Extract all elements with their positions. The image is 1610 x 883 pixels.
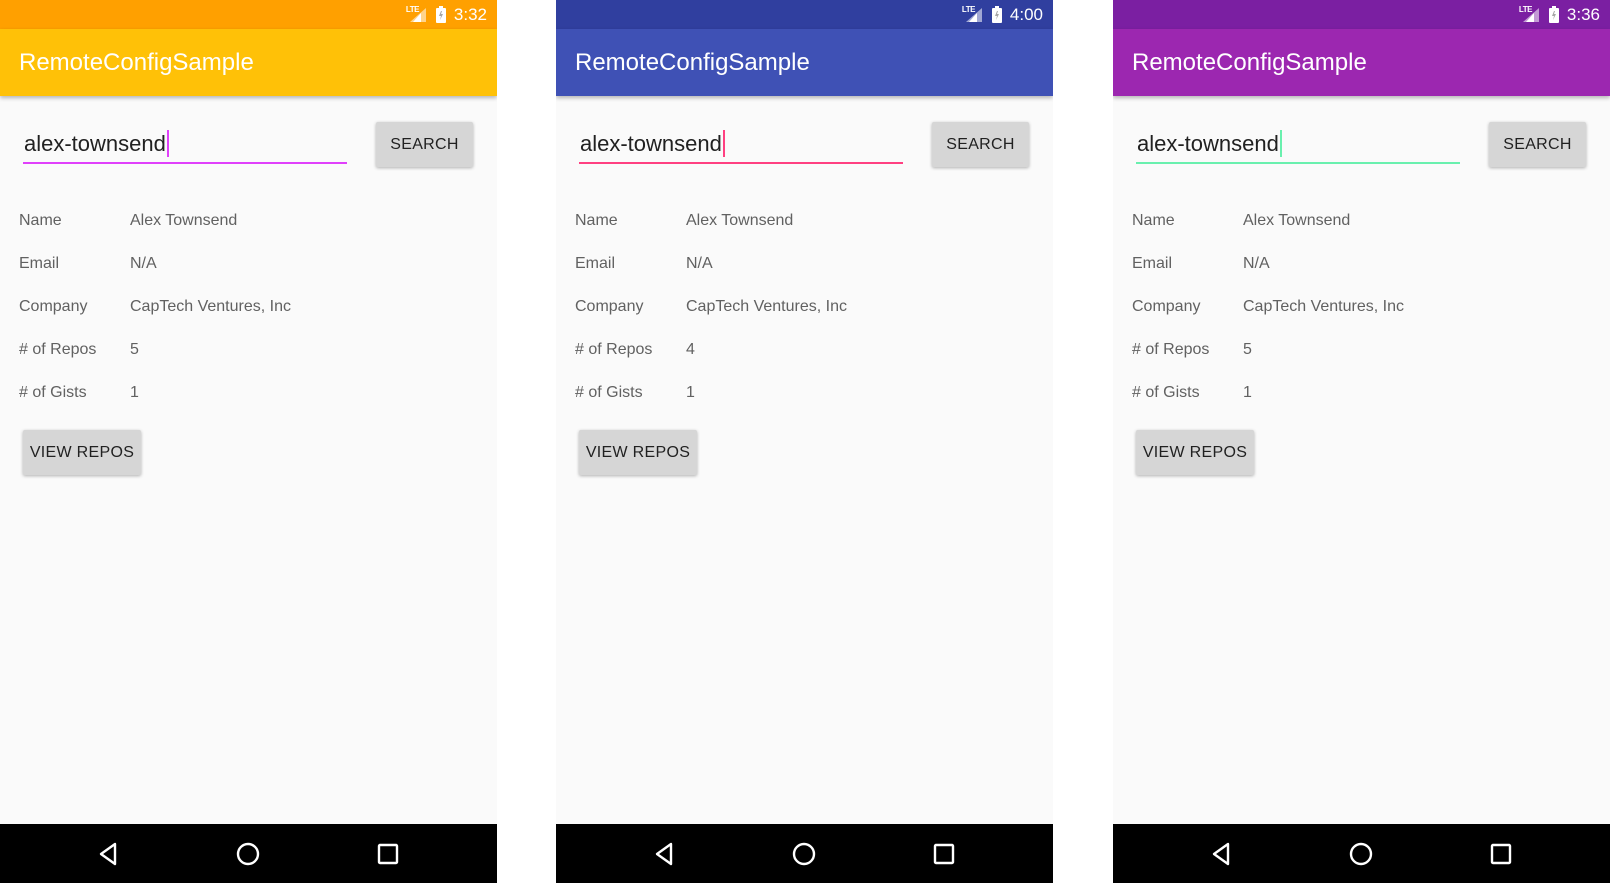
recent-apps-icon[interactable] — [1487, 840, 1515, 868]
status-bar: LTE 3:32 — [0, 0, 497, 29]
status-time: 4:00 — [1009, 4, 1043, 24]
view-repos-button[interactable]: VIEW REPOS — [23, 430, 141, 475]
name-label: Name — [1132, 212, 1175, 229]
username-input[interactable]: alex-townsend — [579, 122, 903, 164]
navigation-bar — [556, 824, 1053, 883]
text-cursor — [166, 130, 169, 157]
battery-icon — [991, 6, 1002, 23]
gists-count-label: # of Gists — [1132, 384, 1200, 401]
battery-icon — [1548, 6, 1559, 23]
company-value: CapTech Ventures, Inc — [686, 298, 847, 315]
app-title: RemoteConfigSample — [1132, 49, 1367, 76]
lte-signal-icon: LTE — [406, 5, 428, 24]
username-input[interactable]: alex-townsend — [1136, 122, 1460, 164]
gists-count-value: 1 — [1243, 384, 1252, 401]
text-cursor — [722, 130, 725, 157]
name-value: Alex Townsend — [130, 212, 238, 229]
search-button[interactable]: SEARCH — [932, 122, 1029, 167]
back-icon[interactable] — [651, 840, 679, 868]
lte-signal-icon: LTE — [962, 5, 984, 24]
username-input[interactable]: alex-townsend — [23, 122, 347, 164]
gists-count-label: # of Gists — [19, 384, 87, 401]
back-icon[interactable] — [1208, 840, 1236, 868]
name-label: Name — [19, 212, 62, 229]
home-icon[interactable] — [1347, 840, 1375, 868]
app-bar: RemoteConfigSample — [0, 29, 497, 96]
company-label: Company — [1132, 298, 1201, 315]
name-value: Alex Townsend — [1243, 212, 1351, 229]
phone-screen-1: LTE 3:32 RemoteConfigSample alex-townsen… — [0, 0, 497, 883]
navigation-bar — [0, 824, 497, 883]
email-label: Email — [19, 255, 60, 272]
text-cursor — [1279, 130, 1282, 157]
email-label: Email — [1132, 255, 1173, 272]
app-bar: RemoteConfigSample — [556, 29, 1053, 96]
view-repos-button[interactable]: VIEW REPOS — [1136, 430, 1254, 475]
recent-apps-icon[interactable] — [374, 840, 402, 868]
home-icon[interactable] — [790, 840, 818, 868]
phone-screen-2: LTE 4:00 RemoteConfigSample alex-townsen… — [556, 0, 1053, 883]
repos-count-label: # of Repos — [19, 341, 97, 358]
phone-screen-3: LTE 3:36 RemoteConfigSample alex-townsen… — [1113, 0, 1610, 883]
back-icon[interactable] — [95, 840, 123, 868]
repos-count-label: # of Repos — [575, 341, 653, 358]
email-value: N/A — [686, 255, 713, 272]
gists-count-value: 1 — [686, 384, 695, 401]
home-icon[interactable] — [234, 840, 262, 868]
gists-count-value: 1 — [130, 384, 139, 401]
repos-count-value: 4 — [686, 341, 695, 358]
company-label: Company — [19, 298, 88, 315]
battery-icon — [435, 6, 446, 23]
search-button[interactable]: SEARCH — [1489, 122, 1586, 167]
app-title: RemoteConfigSample — [19, 49, 254, 76]
recent-apps-icon[interactable] — [930, 840, 958, 868]
email-label: Email — [575, 255, 616, 272]
company-value: CapTech Ventures, Inc — [1243, 298, 1404, 315]
email-value: N/A — [1243, 255, 1270, 272]
status-bar: LTE 4:00 — [556, 0, 1053, 29]
repos-count-value: 5 — [1243, 341, 1252, 358]
app-title: RemoteConfigSample — [575, 49, 810, 76]
view-repos-button[interactable]: VIEW REPOS — [579, 430, 697, 475]
email-value: N/A — [130, 255, 157, 272]
app-bar: RemoteConfigSample — [1113, 29, 1610, 96]
name-label: Name — [575, 212, 618, 229]
status-time: 3:36 — [1566, 4, 1600, 24]
repos-count-label: # of Repos — [1132, 341, 1210, 358]
company-label: Company — [575, 298, 644, 315]
gists-count-label: # of Gists — [575, 384, 643, 401]
username-input-value: alex-townsend — [1137, 131, 1279, 156]
company-value: CapTech Ventures, Inc — [130, 298, 291, 315]
navigation-bar — [1113, 824, 1610, 883]
repos-count-value: 5 — [130, 341, 139, 358]
status-time: 3:32 — [453, 4, 487, 24]
username-input-value: alex-townsend — [580, 131, 722, 156]
lte-signal-icon: LTE — [1519, 5, 1541, 24]
name-value: Alex Townsend — [686, 212, 794, 229]
status-bar: LTE 3:36 — [1113, 0, 1610, 29]
search-button[interactable]: SEARCH — [376, 122, 473, 167]
username-input-value: alex-townsend — [24, 131, 166, 156]
